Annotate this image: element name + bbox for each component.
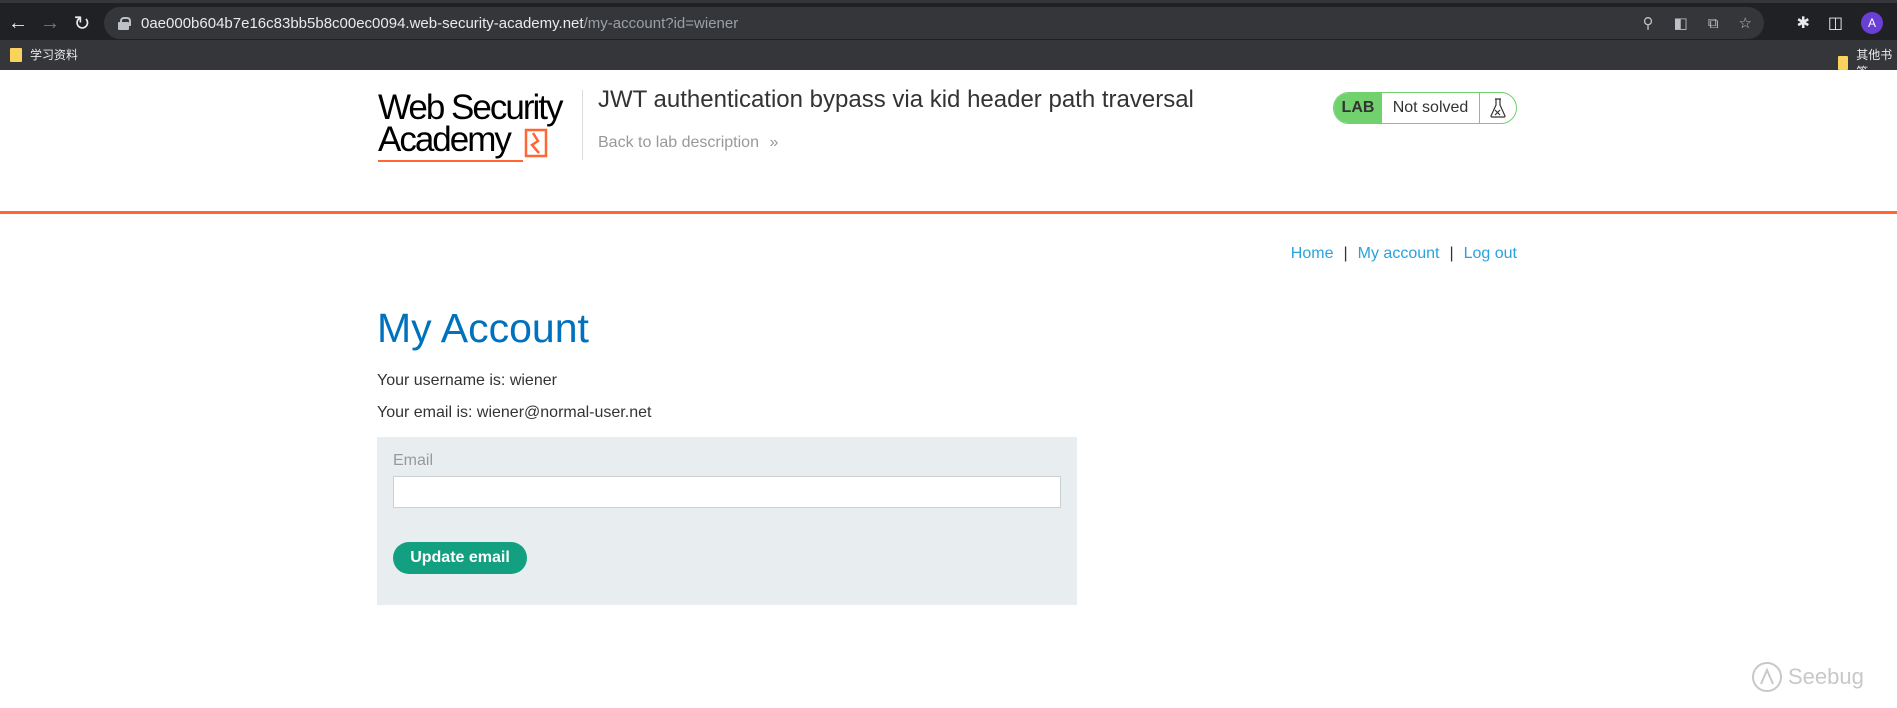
logo-underline xyxy=(378,160,523,162)
nav-log-out-link[interactable]: Log out xyxy=(1464,245,1517,263)
forward-arrow-icon[interactable]: → xyxy=(36,9,64,37)
header-divider xyxy=(582,90,583,160)
star-icon[interactable]: ☆ xyxy=(1739,14,1752,32)
nav-separator: | xyxy=(1449,245,1454,262)
lab-status-badge: LAB Not solved xyxy=(1333,92,1517,124)
flask-icon xyxy=(1480,93,1516,123)
email-text: Your email is: wiener@normal-user.net xyxy=(377,404,652,421)
page-title: My Account xyxy=(377,305,589,351)
logo-line2: Academy xyxy=(378,120,512,159)
page: Web Security Academy JWT authentication … xyxy=(0,70,1897,708)
badge-status: Not solved xyxy=(1382,93,1480,123)
bookmark-folder-study[interactable]: 学习资料 xyxy=(10,46,78,63)
double-chevron-right-icon: » xyxy=(769,134,779,151)
address-bar[interactable]: 0ae000b604b7e16c83bb5b8c00ec0094.web-sec… xyxy=(104,7,1764,39)
reload-icon[interactable]: ↻ xyxy=(68,9,96,37)
lock-icon[interactable] xyxy=(118,16,131,30)
bolt-icon xyxy=(524,128,548,158)
web-security-academy-logo[interactable]: Web Security Academy xyxy=(378,90,578,165)
nav-separator: | xyxy=(1343,245,1348,262)
avatar[interactable]: A xyxy=(1861,12,1883,34)
lab-title: JWT authentication bypass via kid header… xyxy=(598,86,1194,113)
nav-my-account-link[interactable]: My account xyxy=(1358,245,1440,263)
seebug-logo-icon xyxy=(1752,662,1782,692)
folder-icon xyxy=(1838,56,1849,70)
side-panel-icon[interactable]: ◫ xyxy=(1828,13,1843,33)
browser-toolbar: ← → ↻ 0ae000b604b7e16c83bb5b8c00ec0094.w… xyxy=(0,0,1897,40)
folder-icon xyxy=(10,47,22,62)
bookmarks-bar: 学习资料 其他书签 xyxy=(0,40,1897,79)
url-path: /my-account?id=wiener xyxy=(583,14,739,32)
back-arrow-icon[interactable]: ← xyxy=(4,9,32,37)
share-icon[interactable]: ⧉ xyxy=(1708,15,1719,32)
extensions-icon[interactable]: ✱ xyxy=(1796,13,1809,33)
update-email-button[interactable]: Update email xyxy=(393,542,527,574)
seebug-watermark: Seebug xyxy=(1750,660,1864,694)
change-email-form: Email Update email xyxy=(377,437,1077,605)
key-icon[interactable]: ⚲ xyxy=(1643,14,1654,32)
badge-lab-label: LAB xyxy=(1334,93,1382,123)
email-input[interactable] xyxy=(393,476,1061,508)
lab-header: Web Security Academy JWT authentication … xyxy=(0,70,1897,214)
back-link-label: Back to lab description xyxy=(598,134,759,151)
username-text: Your username is: wiener xyxy=(377,372,557,389)
back-to-lab-link[interactable]: Back to lab description » xyxy=(598,134,778,152)
watermark-text: Seebug xyxy=(1788,664,1864,689)
translate-icon[interactable]: ◧ xyxy=(1674,14,1688,32)
account-nav: Home | My account | Log out xyxy=(1291,245,1517,263)
email-label: Email xyxy=(393,452,434,469)
bookmark-label: 学习资料 xyxy=(30,48,79,62)
nav-home-link[interactable]: Home xyxy=(1291,245,1334,263)
url-host: 0ae000b604b7e16c83bb5b8c00ec0094.web-sec… xyxy=(141,14,584,32)
